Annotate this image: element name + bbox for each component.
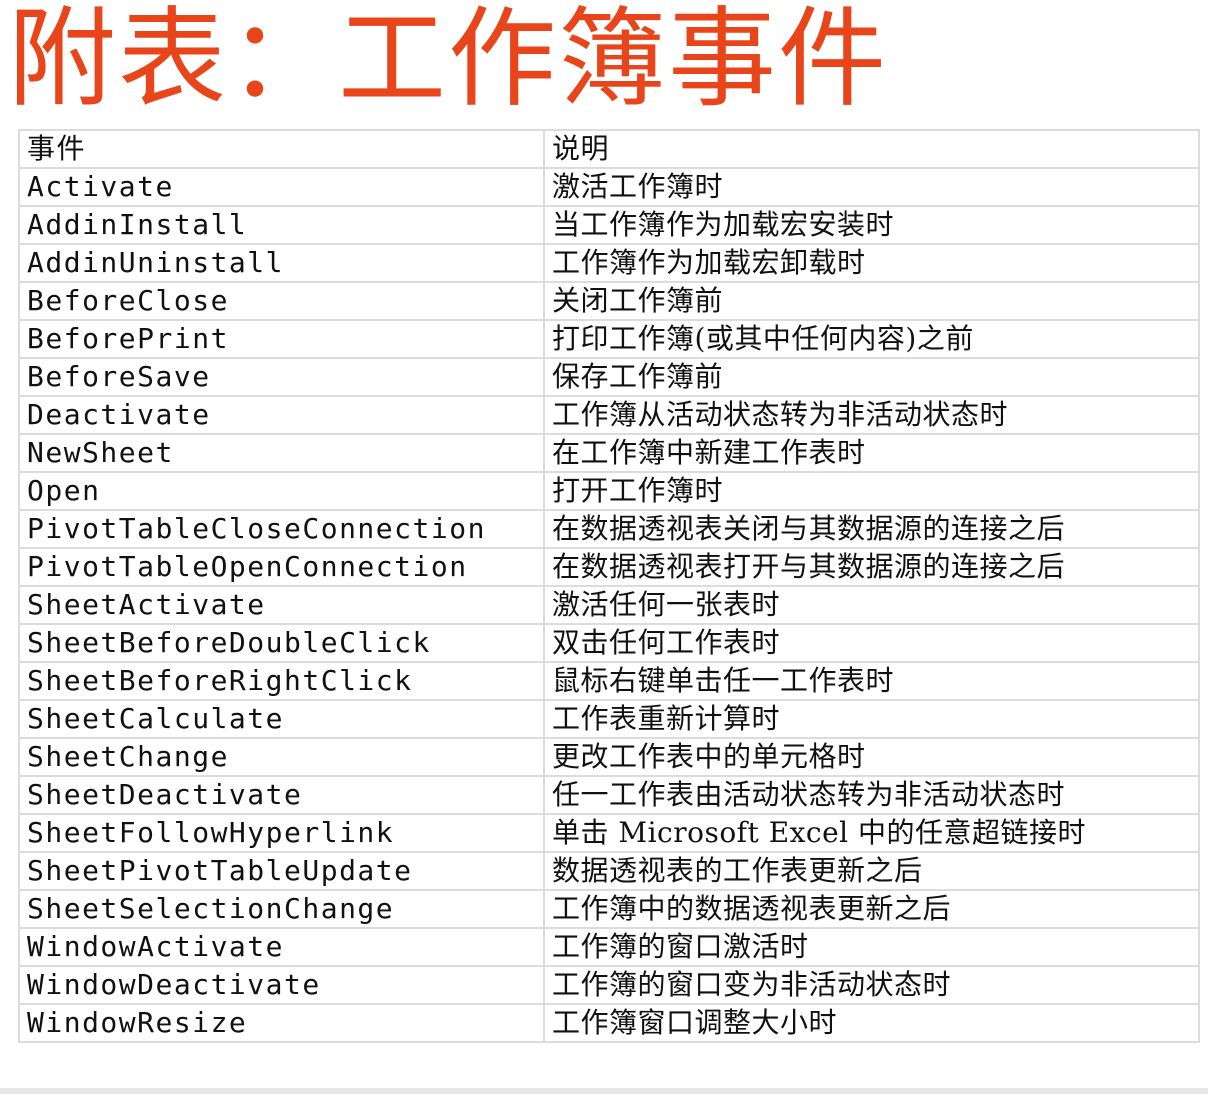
event-name-cell: AddinUninstall	[18, 243, 545, 283]
table-row: SheetBeforeRightClick 鼠标右键单击任一工作表时	[18, 661, 1200, 701]
event-description-cell: 更改工作表中的单元格时	[543, 737, 1200, 777]
event-name-cell: SheetSelectionChange	[18, 889, 545, 929]
event-description-cell: 任一工作表由活动状态转为非活动状态时	[543, 775, 1200, 815]
event-name-cell: NewSheet	[18, 433, 545, 473]
table-row: NewSheet 在工作簿中新建工作表时	[18, 433, 1200, 473]
event-description-cell: 当工作簿作为加载宏安装时	[543, 205, 1200, 245]
event-name-cell: SheetChange	[18, 737, 545, 777]
event-description-cell: 双击任何工作表时	[543, 623, 1200, 663]
event-description-cell: 打开工作簿时	[543, 471, 1200, 511]
event-name-cell: Open	[18, 471, 545, 511]
event-description-cell: 工作簿的窗口激活时	[543, 927, 1200, 967]
table-header-row: 事件 说明	[18, 129, 1200, 169]
event-description-cell: 工作簿窗口调整大小时	[543, 1003, 1200, 1043]
table-row: WindowResize 工作簿窗口调整大小时	[18, 1003, 1200, 1043]
event-description-cell: 打印工作簿(或其中任何内容)之前	[543, 319, 1200, 359]
table-row: WindowDeactivate 工作簿的窗口变为非活动状态时	[18, 965, 1200, 1005]
event-description-cell: 关闭工作簿前	[543, 281, 1200, 321]
event-name-cell: PivotTableOpenConnection	[18, 547, 545, 587]
event-name-cell: SheetBeforeRightClick	[18, 661, 545, 701]
events-table: 事件 说明 Activate 激活工作簿时 AddinInstall 当工作簿作为加载…	[18, 129, 1200, 1043]
table-row: PivotTableCloseConnection 在数据透视表关闭与其数据源的连…	[18, 509, 1200, 549]
event-name-cell: WindowResize	[18, 1003, 545, 1043]
table-row: SheetCalculate 工作表重新计算时	[18, 699, 1200, 739]
event-name-cell: PivotTableCloseConnection	[18, 509, 545, 549]
event-description-cell: 工作簿的窗口变为非活动状态时	[543, 965, 1200, 1005]
event-name-cell: SheetDeactivate	[18, 775, 545, 815]
table-row: SheetDeactivate 任一工作表由活动状态转为非活动状态时	[18, 775, 1200, 815]
header-description: 说明	[543, 129, 1200, 169]
event-name-cell: BeforeClose	[18, 281, 545, 321]
table-row: AddinInstall 当工作簿作为加载宏安装时	[18, 205, 1200, 245]
event-description-cell: 在工作簿中新建工作表时	[543, 433, 1200, 473]
table-row: Open 打开工作簿时	[18, 471, 1200, 511]
table-row: SheetPivotTableUpdate 数据透视表的工作表更新之后	[18, 851, 1200, 891]
table-row: Activate 激活工作簿时	[18, 167, 1200, 207]
event-name-cell: WindowActivate	[18, 927, 545, 967]
table-row: AddinUninstall 工作簿作为加载宏卸载时	[18, 243, 1200, 283]
header-event: 事件	[18, 129, 545, 169]
event-name-cell: WindowDeactivate	[18, 965, 545, 1005]
page-title: 附表：工作簿事件	[8, 0, 889, 122]
event-name-cell: Activate	[18, 167, 545, 207]
table-row: WindowActivate 工作簿的窗口激活时	[18, 927, 1200, 967]
event-name-cell: SheetActivate	[18, 585, 545, 625]
table-row: SheetSelectionChange 工作簿中的数据透视表更新之后	[18, 889, 1200, 929]
event-name-cell: BeforeSave	[18, 357, 545, 397]
bottom-divider	[0, 1088, 1208, 1094]
event-description-cell: 工作簿作为加载宏卸载时	[543, 243, 1200, 283]
table-row: SheetBeforeDoubleClick 双击任何工作表时	[18, 623, 1200, 663]
table-row: PivotTableOpenConnection 在数据透视表打开与其数据源的连接…	[18, 547, 1200, 587]
event-description-cell: 激活任何一张表时	[543, 585, 1200, 625]
table-row: SheetFollowHyperlink 单击 Microsoft Excel 中…	[18, 813, 1200, 853]
event-description-cell: 工作簿从活动状态转为非活动状态时	[543, 395, 1200, 435]
table-row: SheetChange 更改工作表中的单元格时	[18, 737, 1200, 777]
event-name-cell: AddinInstall	[18, 205, 545, 245]
event-description-cell: 工作表重新计算时	[543, 699, 1200, 739]
event-name-cell: SheetFollowHyperlink	[18, 813, 545, 853]
table-row: BeforeClose 关闭工作簿前	[18, 281, 1200, 321]
events-table-body: 事件 说明 Activate 激活工作簿时 AddinInstall 当工作簿作为加载…	[18, 129, 1200, 1043]
event-description-cell: 工作簿中的数据透视表更新之后	[543, 889, 1200, 929]
event-description-cell: 鼠标右键单击任一工作表时	[543, 661, 1200, 701]
event-name-cell: SheetPivotTableUpdate	[18, 851, 545, 891]
event-name-cell: BeforePrint	[18, 319, 545, 359]
event-name-cell: SheetBeforeDoubleClick	[18, 623, 545, 663]
table-row: BeforePrint 打印工作簿(或其中任何内容)之前	[18, 319, 1200, 359]
table-row: BeforeSave 保存工作簿前	[18, 357, 1200, 397]
table-row: SheetActivate 激活任何一张表时	[18, 585, 1200, 625]
event-name-cell: SheetCalculate	[18, 699, 545, 739]
event-description-cell: 单击 Microsoft Excel 中的任意超链接时	[543, 813, 1200, 853]
event-description-cell: 激活工作簿时	[543, 167, 1200, 207]
event-name-cell: Deactivate	[18, 395, 545, 435]
event-description-cell: 在数据透视表关闭与其数据源的连接之后	[543, 509, 1200, 549]
event-description-cell: 在数据透视表打开与其数据源的连接之后	[543, 547, 1200, 587]
table-row: Deactivate 工作簿从活动状态转为非活动状态时	[18, 395, 1200, 435]
event-description-cell: 数据透视表的工作表更新之后	[543, 851, 1200, 891]
event-description-cell: 保存工作簿前	[543, 357, 1200, 397]
